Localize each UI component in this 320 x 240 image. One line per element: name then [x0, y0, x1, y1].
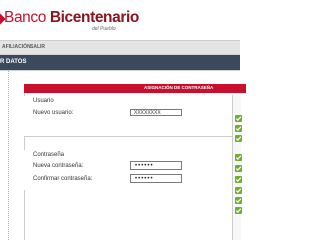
- brand-bold-text: Bicentenario: [49, 9, 139, 26]
- page-title-bar: R DATOS: [0, 55, 240, 70]
- checkmark-icon: [235, 125, 242, 132]
- checkmark-icon: [235, 176, 242, 183]
- contrasena-section: Contraseña Nueva contraseña: Confirmar c…: [24, 150, 234, 190]
- nav-afiliacion-link[interactable]: AFILIACIÓN: [2, 44, 31, 50]
- site-header: Banco Bicentenario del Pueblo: [0, 0, 240, 40]
- confirmar-contrasena-input[interactable]: [130, 174, 182, 183]
- usuario-section-title: Usuario: [33, 98, 54, 104]
- confirmar-contrasena-label: Confirmar contraseña:: [33, 176, 93, 182]
- nueva-contrasena-label: Nueva contraseña:: [33, 163, 84, 169]
- nuevo-usuario-label: Nuevo usuario:: [33, 110, 74, 116]
- bank-logo[interactable]: Banco Bicentenario: [4, 9, 139, 27]
- nueva-contrasena-input[interactable]: [130, 161, 182, 170]
- panel-header: ASIGNACIÓN DE CONTRASEÑA: [24, 84, 246, 93]
- checkmark-icon: [235, 115, 242, 122]
- usuario-section: Usuario Nuevo usuario:: [24, 96, 234, 137]
- brand-subtitle: del Pueblo: [92, 26, 116, 32]
- left-divider: [8, 71, 9, 240]
- nuevo-usuario-input[interactable]: [130, 109, 182, 116]
- nav-salir-link[interactable]: SALIR: [30, 44, 45, 50]
- checkmark-icon: [235, 135, 242, 142]
- page-title: R DATOS: [0, 59, 27, 65]
- brand-light-text: Banco: [4, 9, 50, 26]
- checkmark-icon: [235, 207, 242, 214]
- checkmark-icon: [235, 154, 242, 161]
- title-divider: [0, 70, 240, 71]
- top-nav: AFILIACIÓN SALIR: [0, 40, 240, 55]
- checkmark-icon: [235, 197, 242, 204]
- panel-title: ASIGNACIÓN DE CONTRASEÑA: [144, 85, 214, 90]
- contrasena-section-title: Contraseña: [33, 152, 65, 158]
- checkmark-icon: [235, 187, 242, 194]
- checkmark-icon: [235, 165, 242, 172]
- validation-column: [232, 95, 242, 240]
